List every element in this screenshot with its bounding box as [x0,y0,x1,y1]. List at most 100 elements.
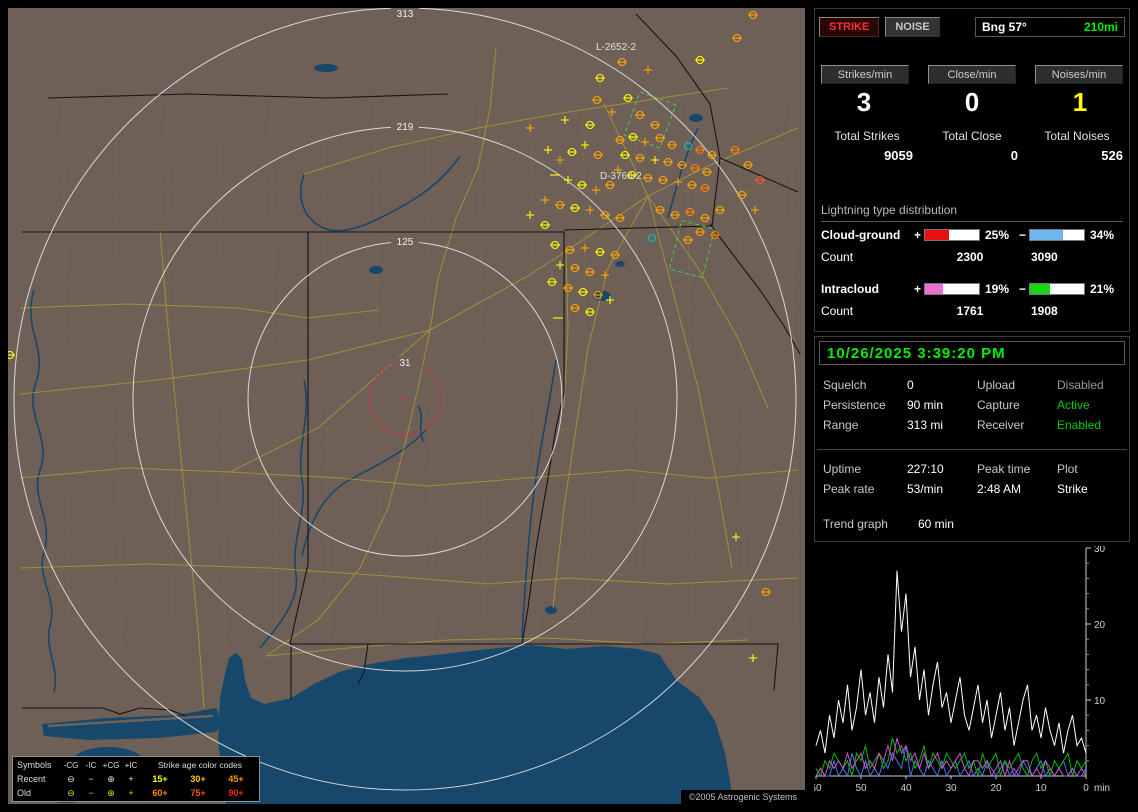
minus-sign: − [1018,228,1026,242]
map-legend: Symbols -CG -IC +CG +IC Strike age color code… [12,756,260,802]
nexstorm-window: 313 219 125 31 L-2652-2 D-3760-2 Symbols -CG -… [0,0,1138,812]
svg-text:20: 20 [1094,620,1106,631]
uptime-value: 227:10 [907,462,944,476]
trend-graph-label: Trend graph [823,517,888,531]
total-strikes-label: Total Strikes [834,129,900,143]
copyright: ©2005 Astrogenic Systems [680,790,805,804]
svg-text:min: min [1094,783,1110,794]
plus-sign: + [913,228,921,242]
svg-text:60: 60 [814,783,822,794]
cloud-ground-counts: Count 2300 3090 [821,249,1123,265]
trend-chart-section: 30 20 10 60 50 40 30 20 10 0 min [810,544,1130,804]
cg-positive-count: 2300 [956,250,984,264]
ic-positive-bar [924,283,980,295]
intracloud-label: Intracloud [821,282,880,296]
svg-text:30: 30 [1094,546,1106,555]
svg-text:0: 0 [1083,783,1089,794]
count-label: Count [821,250,854,264]
intracloud-counts: Count 1761 1908 [821,303,1123,319]
squelch-label: Squelch [823,378,867,392]
cg-negative-bar [1029,229,1085,241]
ic-negative-bar [1029,283,1085,295]
total-close-label: Total Close [942,129,1002,143]
plot-value: Strike [1057,482,1088,496]
strikes-per-min-label[interactable]: Strikes/min [821,65,909,84]
ic-positive-pct: 19% [985,282,1010,296]
svg-text:20: 20 [990,783,1002,794]
total-noises: Total Noises 526 [1031,129,1123,163]
total-noises-value: 526 [1101,148,1123,163]
peak-rate-value: 53/min [907,482,944,496]
trend-chart: 30 20 10 60 50 40 30 20 10 0 min [810,544,1110,794]
svg-text:10: 10 [1094,696,1106,707]
svg-text:D-3760-2: D-3760-2 [600,171,642,182]
mode-controls: STRIKE NOISE Bng 57° 210mi [819,17,1125,37]
capture-status: Active [1057,398,1090,412]
trend-graph-row: Trend graph 60 min [823,517,954,531]
total-close: Total Close 0 [926,129,1018,163]
intracloud-row: Intracloud + 19% − 21% [821,281,1123,297]
cg-negative-pct: 34% [1090,228,1115,242]
divider [817,449,1127,450]
cloud-ground-row: Cloud-ground + 25% − 34% [821,227,1123,243]
noises-per-min-label[interactable]: Noises/min [1035,65,1123,84]
control-panel: STRIKE NOISE Bng 57° 210mi Strikes/min C… [810,8,1132,804]
svg-text:30: 30 [945,783,957,794]
trend-graph-window: 60 min [917,517,954,531]
receiver-status: Enabled [1057,418,1102,432]
map-canvas: 313 219 125 31 L-2652-2 D-3760-2 [8,8,805,804]
stats-section: STRIKE NOISE Bng 57° 210mi Strikes/min C… [814,8,1130,332]
datetime-display: 10/26/2025 3:39:20 PM [819,341,1125,365]
cg-positive-bar [924,229,980,241]
svg-text:125: 125 [397,237,414,248]
svg-text:219: 219 [397,122,414,133]
totals-row: Total Strikes 9059 Total Close 0 Total N… [815,129,1129,163]
rate-labels: Strikes/min Close/min Noises/min [815,65,1129,84]
settings-grid: Squelch 0 Upload Disabled Persistence 90… [823,379,1121,432]
cg-positive-pct: 25% [985,228,1010,242]
strike-button[interactable]: STRIKE [819,17,880,37]
svg-text:10: 10 [1035,783,1047,794]
close-per-min-label[interactable]: Close/min [928,65,1016,84]
svg-text:313: 313 [397,9,414,20]
cloud-ground-label: Cloud-ground [821,228,901,242]
bearing-display: Bng 57° 210mi [975,17,1125,37]
total-noises-label: Total Noises [1044,129,1110,143]
capture-label: Capture [977,398,1020,412]
uptime-label: Uptime [823,462,862,476]
plus-sign: + [913,282,921,296]
strikes-per-min-value: 3 [856,87,872,117]
cg-negative-count: 3090 [1031,250,1058,264]
squelch-value: 0 [907,378,914,392]
total-strikes: Total Strikes 9059 [821,129,913,163]
status-section: 10/26/2025 3:39:20 PM Squelch 0 Upload D… [814,336,1130,542]
svg-text:31: 31 [399,358,411,369]
svg-text:40: 40 [900,783,912,794]
bearing-label: Bng 57° [982,20,1027,34]
range-label: Range [823,418,859,432]
upload-status: Disabled [1057,378,1104,392]
persistence-value: 90 min [907,398,944,412]
ic-negative-count: 1908 [1031,304,1058,318]
distribution-title: Lightning type distribution [821,203,1123,222]
rate-values: 3 0 1 [815,87,1129,117]
ic-negative-pct: 21% [1090,282,1115,296]
noise-button[interactable]: NOISE [885,17,940,37]
peak-rate-label: Peak rate [823,482,875,496]
noises-per-min-value: 1 [1072,87,1088,117]
svg-text:50: 50 [855,783,867,794]
peak-time-label: Peak time [977,462,1031,476]
total-strikes-value: 9059 [884,148,913,163]
count-label: Count [821,304,854,318]
total-close-value: 0 [1010,148,1018,163]
uptime-grid: Uptime 227:10 Peak time Plot Peak rate 5… [823,463,1121,496]
svg-text:L-2652-2: L-2652-2 [596,42,636,53]
range-value: 313 mi [907,418,944,432]
ic-positive-count: 1761 [956,304,984,318]
lightning-map[interactable]: 313 219 125 31 L-2652-2 D-3760-2 Symbols -CG -… [8,8,805,804]
upload-label: Upload [977,378,1016,392]
bearing-range: 210mi [1083,20,1118,34]
peak-time-value: 2:48 AM [977,482,1022,496]
persistence-label: Persistence [823,398,886,412]
minus-sign: − [1018,282,1026,296]
